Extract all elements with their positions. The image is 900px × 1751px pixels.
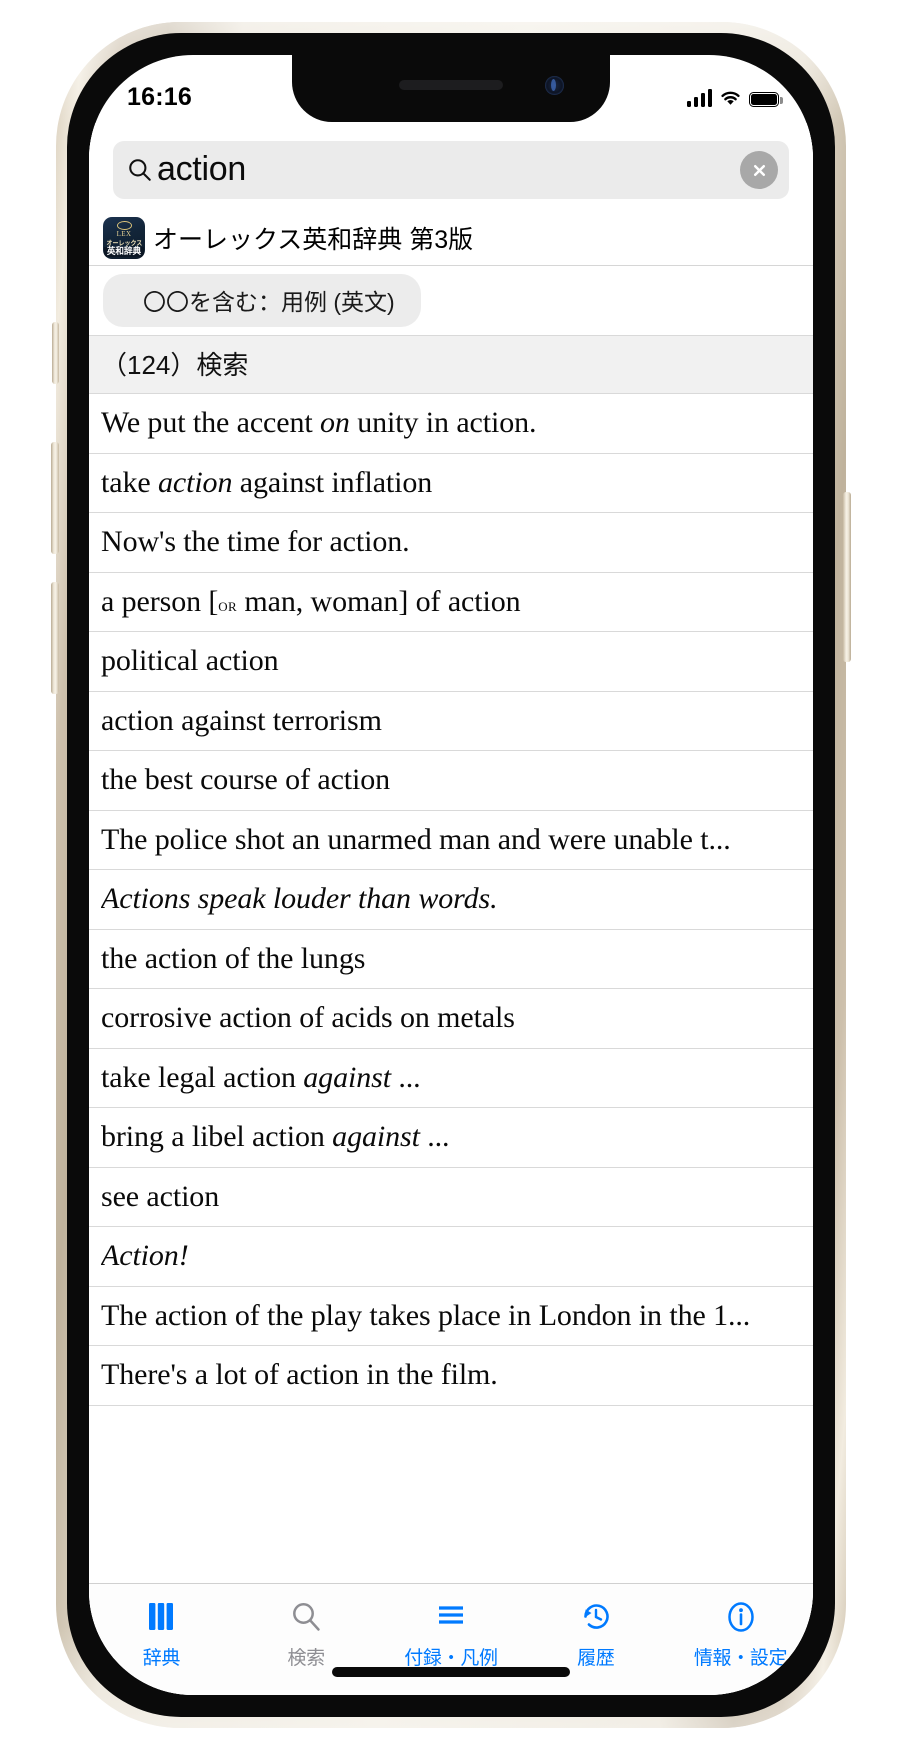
result-text: take action against inflation bbox=[101, 465, 433, 499]
result-row[interactable]: political action bbox=[89, 632, 813, 692]
tab-list-lines[interactable]: 付録・凡例 bbox=[379, 1596, 524, 1670]
search-icon bbox=[289, 1596, 323, 1638]
result-row[interactable]: Action! bbox=[89, 1227, 813, 1287]
home-indicator[interactable] bbox=[332, 1667, 570, 1677]
result-text: Now's the time for action. bbox=[101, 525, 410, 559]
tab-label: 検索 bbox=[287, 1648, 325, 1669]
device-screen: 16:16 action LEX オーレックス 英和辞典 オーレックス英和辞典 … bbox=[89, 55, 813, 1695]
status-time: 16:16 bbox=[127, 82, 192, 111]
phone-device: 16:16 action LEX オーレックス 英和辞典 オーレックス英和辞典 … bbox=[51, 22, 851, 1728]
tab-label: 付録・凡例 bbox=[404, 1648, 498, 1669]
result-text: see action bbox=[101, 1179, 220, 1213]
result-text: the best course of action bbox=[101, 763, 391, 797]
wifi-icon bbox=[721, 91, 740, 105]
result-text: Action! bbox=[101, 1239, 189, 1273]
search-field[interactable]: action bbox=[113, 141, 789, 199]
clear-search-button[interactable] bbox=[740, 151, 778, 189]
dictionary-icon-jp-bottom: 英和辞典 bbox=[104, 246, 144, 257]
result-row[interactable]: the best course of action bbox=[89, 751, 813, 811]
result-text: The action of the play takes place in Lo… bbox=[101, 1298, 751, 1332]
close-icon bbox=[753, 164, 765, 176]
result-row[interactable]: There's a lot of action in the film. bbox=[89, 1346, 813, 1406]
result-text: bring a libel action against ... bbox=[101, 1120, 450, 1154]
list-lines-icon bbox=[434, 1596, 468, 1638]
dictionary-icon-lex: LEX bbox=[116, 230, 132, 239]
tab-search[interactable]: 検索 bbox=[234, 1596, 379, 1670]
earpiece-speaker bbox=[399, 80, 503, 90]
power-button[interactable] bbox=[843, 492, 851, 662]
results-list[interactable]: We put the accent on unity in action. tak… bbox=[89, 394, 813, 1583]
tab-history-clock[interactable]: 履歴 bbox=[523, 1596, 668, 1670]
tab-label: 辞典 bbox=[142, 1648, 181, 1669]
result-row[interactable]: We put the accent on unity in action. bbox=[89, 394, 813, 454]
cellular-bars-icon bbox=[686, 89, 712, 107]
volume-up-button[interactable] bbox=[51, 442, 59, 554]
results-section-header: （124）検索 bbox=[89, 335, 813, 394]
result-text: the action of the lungs bbox=[101, 941, 366, 975]
tab-label: 情報・設定 bbox=[693, 1648, 788, 1669]
result-text: a person [or man, woman] of action bbox=[101, 584, 521, 618]
result-text: take legal action against ... bbox=[101, 1060, 421, 1094]
search-input[interactable]: action bbox=[157, 152, 246, 189]
lex-ring-icon bbox=[116, 221, 132, 231]
status-indicators bbox=[686, 71, 783, 107]
app-content: action LEX オーレックス 英和辞典 オーレックス英和辞典 第3版 〇〇… bbox=[89, 123, 813, 1695]
dictionary-header[interactable]: LEX オーレックス 英和辞典 オーレックス英和辞典 第3版 bbox=[89, 213, 813, 266]
notch bbox=[292, 55, 610, 122]
result-row[interactable]: a person [or man, woman] of action bbox=[89, 572, 813, 632]
search-bar-container: action bbox=[89, 123, 813, 213]
result-text: political action bbox=[101, 644, 279, 678]
tab-bar: 辞典 検索 付録・凡例 履歴 情報・設定 bbox=[89, 1583, 813, 1695]
result-row[interactable]: see action bbox=[89, 1167, 813, 1227]
result-row[interactable]: the action of the lungs bbox=[89, 929, 813, 989]
history-clock-icon bbox=[579, 1596, 613, 1638]
tab-info-circle[interactable]: 情報・設定 bbox=[668, 1596, 813, 1670]
dictionary-app-icon: LEX オーレックス 英和辞典 bbox=[103, 217, 145, 259]
result-row[interactable]: Actions speak louder than words. bbox=[89, 870, 813, 930]
result-text: The police shot an unarmed man and were … bbox=[101, 822, 731, 856]
result-row[interactable]: take legal action against ... bbox=[89, 1048, 813, 1108]
result-text: Actions speak louder than words. bbox=[101, 882, 498, 916]
result-row[interactable]: The action of the play takes place in Lo… bbox=[89, 1286, 813, 1346]
result-text: There's a lot of action in the film. bbox=[101, 1358, 498, 1392]
result-row[interactable]: The police shot an unarmed man and were … bbox=[89, 810, 813, 870]
tab-label: 履歴 bbox=[577, 1648, 615, 1669]
volume-down-button[interactable] bbox=[51, 582, 59, 694]
result-row[interactable]: corrosive action of acids on metals bbox=[89, 989, 813, 1049]
result-row[interactable]: bring a libel action against ... bbox=[89, 1108, 813, 1168]
mute-switch[interactable] bbox=[52, 322, 59, 384]
search-icon bbox=[129, 159, 151, 181]
battery-full-icon bbox=[749, 92, 783, 107]
tab-books[interactable]: 辞典 bbox=[89, 1596, 234, 1670]
result-row[interactable]: action against terrorism bbox=[89, 691, 813, 751]
filter-row: 〇〇を含む：用例 (英文) bbox=[89, 266, 813, 335]
dictionary-title: オーレックス英和辞典 第3版 bbox=[153, 226, 474, 254]
result-row[interactable]: take action against inflation bbox=[89, 453, 813, 513]
front-camera-icon bbox=[545, 76, 564, 95]
result-text: We put the accent on unity in action. bbox=[101, 406, 537, 440]
result-row[interactable]: Now's the time for action. bbox=[89, 513, 813, 573]
info-circle-icon bbox=[724, 1596, 758, 1638]
books-icon bbox=[144, 1596, 178, 1638]
result-text: corrosive action of acids on metals bbox=[101, 1001, 515, 1035]
result-text: action against terrorism bbox=[101, 703, 382, 737]
filter-chip[interactable]: 〇〇を含む：用例 (英文) bbox=[103, 274, 421, 327]
